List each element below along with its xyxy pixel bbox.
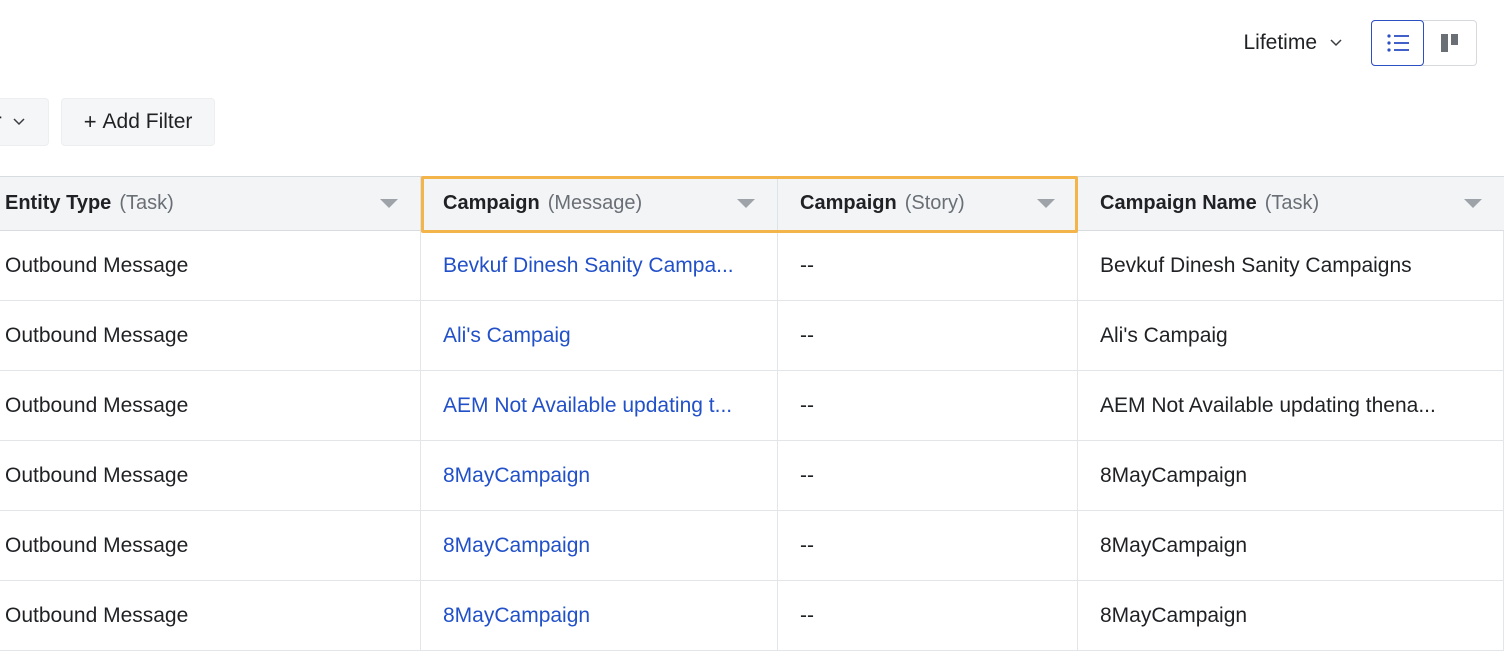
table-row: Outbound Message Ali's Campaig -- Ali's … (0, 301, 1504, 371)
filter-bar: er + Add Filter (0, 98, 216, 146)
cell-campaign-message-link[interactable]: 8MayCampaign (421, 511, 778, 580)
table-row: Outbound Message 8MayCampaign -- 8MayCam… (0, 441, 1504, 511)
table-row: Outbound Message 8MayCampaign -- 8MayCam… (0, 511, 1504, 581)
table-row: Outbound Message AEM Not Available updat… (0, 371, 1504, 441)
view-toggle (1371, 20, 1477, 66)
column-title: Campaign Name (1100, 192, 1257, 214)
column-header-campaign-story[interactable]: Campaign (Story) (778, 177, 1078, 230)
campaign-report-page: Lifetime + Add Filter Entity Type (Task)… (0, 0, 1504, 656)
table-header: Entity Type (Task) Campaign (Message) Camp… (0, 176, 1504, 233)
cell-entity-type: Outbound Message (0, 511, 421, 580)
cell-campaign-story: -- (778, 301, 1078, 370)
cell-entity-type: Outbound Message (0, 371, 421, 440)
columns-icon (1441, 34, 1458, 52)
board-view-button[interactable] (1424, 21, 1476, 65)
cell-campaign-message-link[interactable]: Ali's Campaig (421, 301, 778, 370)
sort-caret-icon[interactable] (1037, 199, 1055, 208)
list-view-button[interactable] (1371, 20, 1424, 66)
list-icon (1386, 34, 1409, 52)
cell-campaign-name: Ali's Campaig (1078, 301, 1504, 370)
data-table: Entity Type (Task) Campaign (Message) Camp… (0, 176, 1504, 651)
cell-campaign-story: -- (778, 441, 1078, 510)
cell-campaign-name: Bevkuf Dinesh Sanity Campaigns (1078, 231, 1504, 300)
top-controls: Lifetime (1243, 20, 1477, 66)
filter-dropdown[interactable]: er (0, 98, 49, 146)
date-range-label: Lifetime (1243, 31, 1317, 54)
filter-dropdown-label: er (0, 110, 2, 134)
table-row: Outbound Message Bevkuf Dinesh Sanity Ca… (0, 231, 1504, 301)
sort-caret-icon[interactable] (380, 199, 398, 208)
chevron-down-icon (1330, 39, 1342, 47)
chevron-down-icon (13, 118, 25, 126)
cell-campaign-message-link[interactable]: AEM Not Available updating t... (421, 371, 778, 440)
column-context: (Story) (904, 192, 965, 214)
column-header-entity-type[interactable]: Entity Type (Task) (0, 177, 421, 230)
date-range-select[interactable]: Lifetime (1243, 31, 1343, 55)
column-title: Campaign (800, 192, 897, 214)
cell-entity-type: Outbound Message (0, 441, 421, 510)
cell-campaign-message-link[interactable]: Bevkuf Dinesh Sanity Campa... (421, 231, 778, 300)
cell-campaign-name: 8MayCampaign (1078, 511, 1504, 580)
column-context: (Task) (119, 192, 174, 214)
sort-caret-icon[interactable] (1464, 199, 1482, 208)
table-body: Outbound Message Bevkuf Dinesh Sanity Ca… (0, 231, 1504, 651)
add-filter-label: Add Filter (102, 110, 193, 133)
cell-campaign-name: 8MayCampaign (1078, 581, 1504, 650)
cell-campaign-name: 8MayCampaign (1078, 441, 1504, 510)
cell-entity-type: Outbound Message (0, 301, 421, 370)
column-context: (Task) (1264, 192, 1320, 214)
cell-campaign-story: -- (778, 511, 1078, 580)
column-title: Campaign (443, 192, 540, 214)
plus-icon: + (83, 109, 97, 134)
cell-entity-type: Outbound Message (0, 231, 421, 300)
cell-campaign-story: -- (778, 581, 1078, 650)
add-filter-button[interactable]: + Add Filter (60, 98, 216, 146)
column-context: (Message) (547, 192, 643, 214)
cell-campaign-message-link[interactable]: 8MayCampaign (421, 581, 778, 650)
cell-campaign-story: -- (778, 371, 1078, 440)
sort-caret-icon[interactable] (737, 199, 755, 208)
table-row: Outbound Message 8MayCampaign -- 8MayCam… (0, 581, 1504, 651)
cell-campaign-story: -- (778, 231, 1078, 300)
column-header-campaign-name[interactable]: Campaign Name (Task) (1078, 177, 1504, 230)
column-header-campaign-message[interactable]: Campaign (Message) (421, 177, 778, 230)
cell-campaign-name: AEM Not Available updating thena... (1078, 371, 1504, 440)
column-title: Entity Type (5, 192, 112, 214)
cell-campaign-message-link[interactable]: 8MayCampaign (421, 441, 778, 510)
cell-entity-type: Outbound Message (0, 581, 421, 650)
